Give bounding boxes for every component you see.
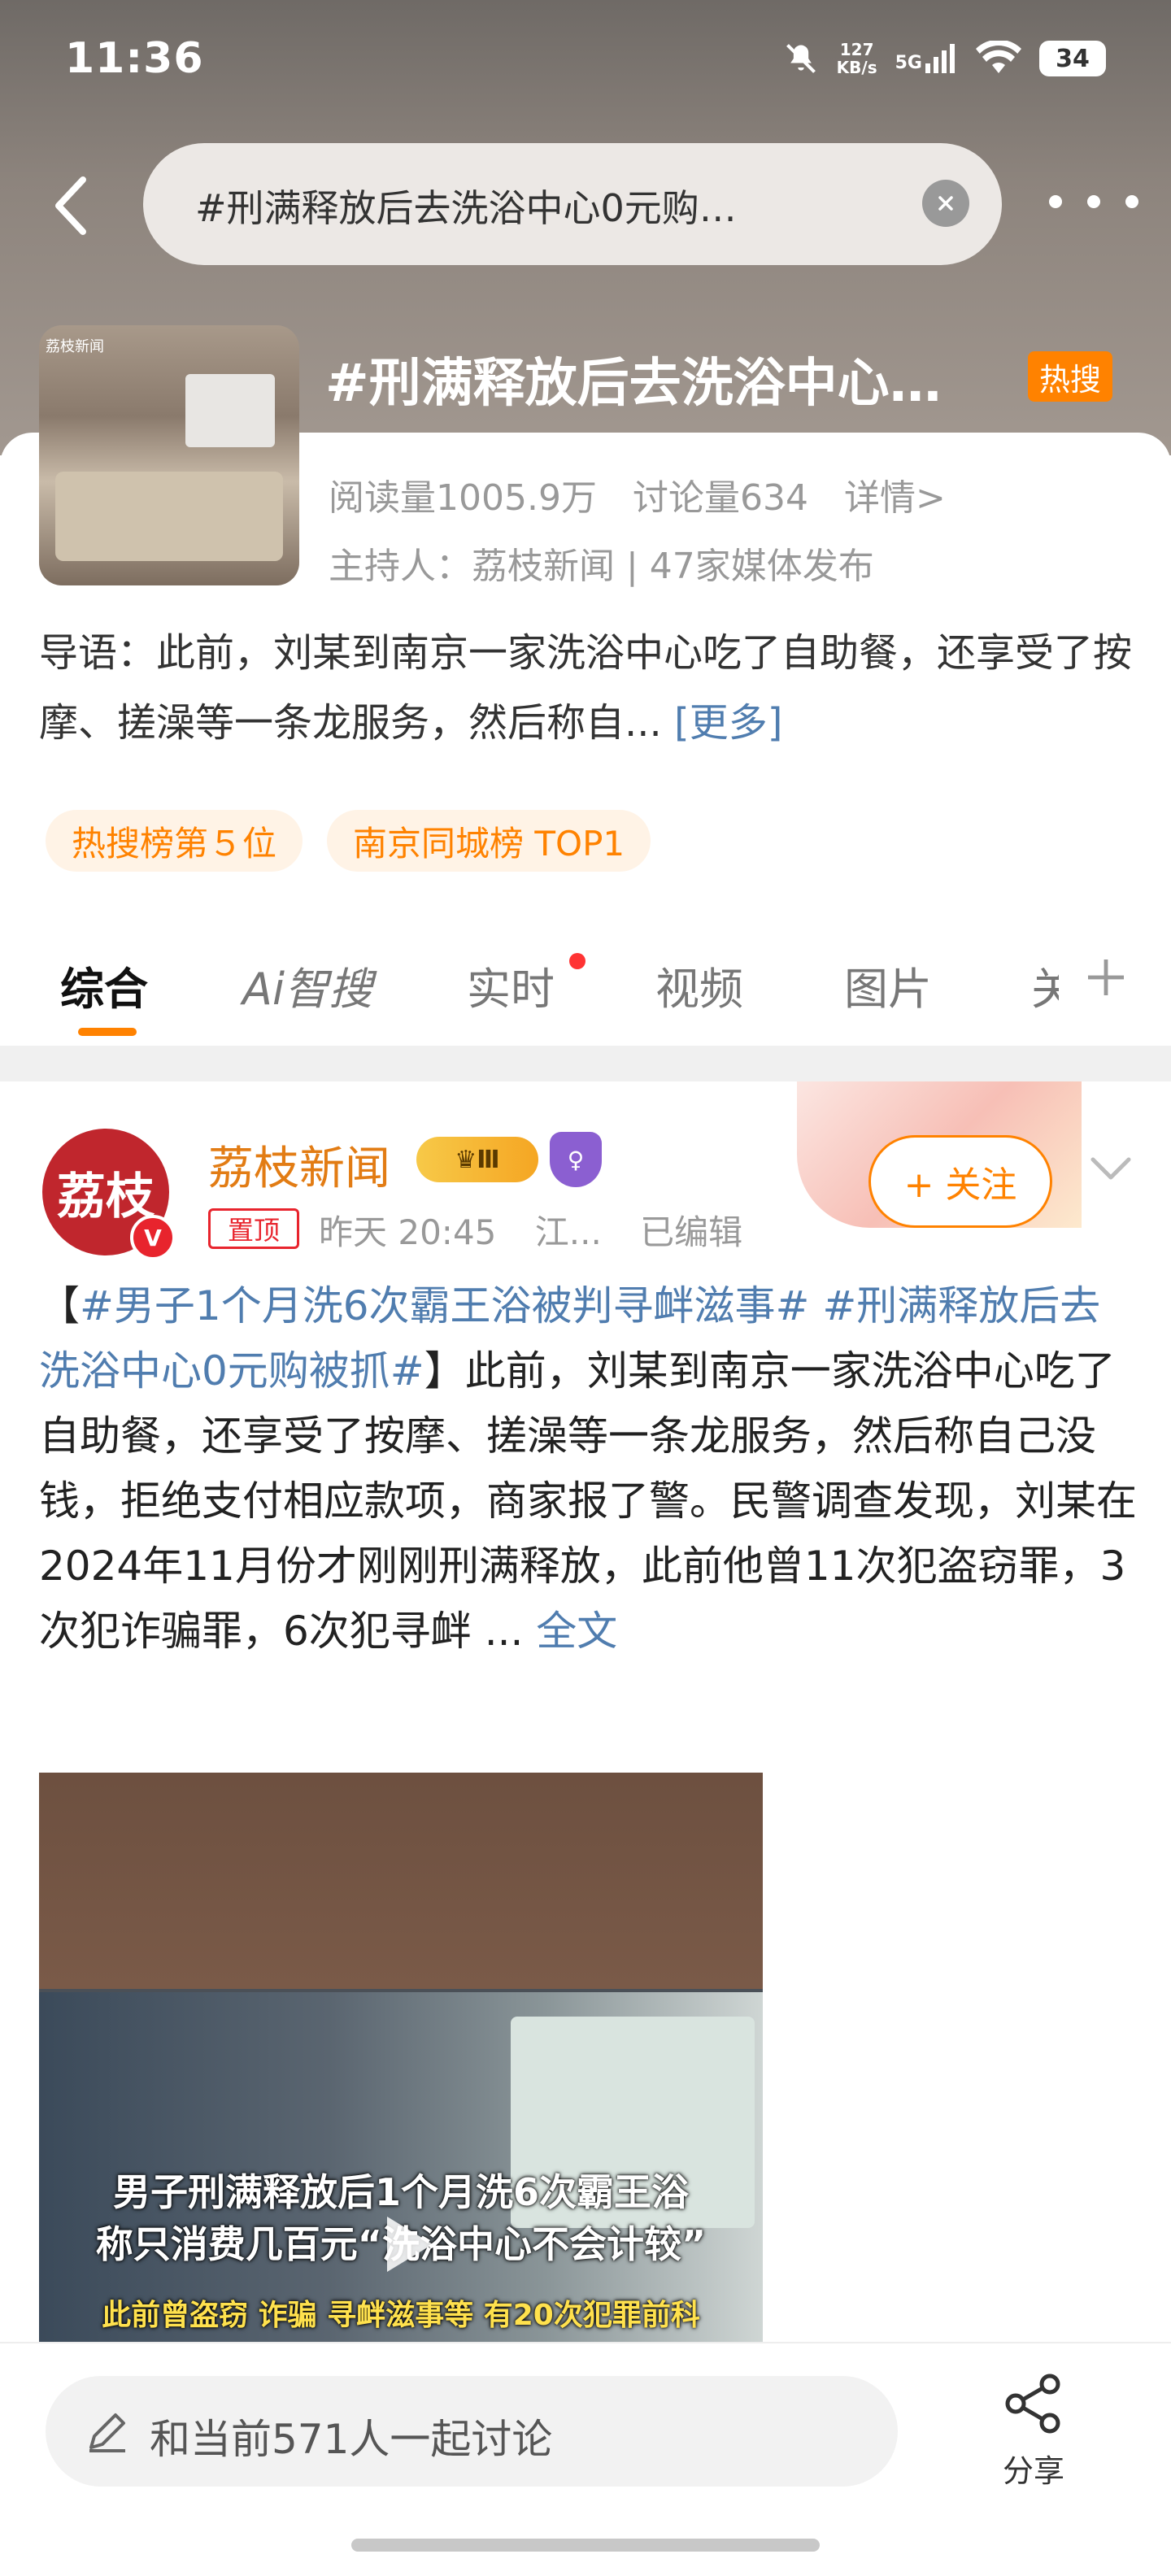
net-speed-value: 127 (839, 40, 874, 59)
tab-images[interactable]: 图片 (844, 953, 932, 1017)
net-speed: 127 KB/s (837, 41, 877, 76)
pencil-icon (81, 2405, 133, 2457)
post-edited: 已编辑 (640, 1212, 743, 1252)
net-speed-unit: KB/s (836, 58, 877, 77)
topic-host: 主持人：荔枝新闻 | 47家媒体发布 (329, 546, 874, 587)
thumbnail-source-label: 荔枝新闻 (46, 338, 104, 355)
weibo-topic-page: 11:36 127 KB/s 5G 34 #刑满释放后去洗浴中心0元购… 荔枝新… (0, 0, 1171, 2576)
play-icon (387, 2217, 433, 2272)
tag-city-rank[interactable]: 南京同城榜 TOP1 (327, 810, 651, 872)
battery-icon: 34 (1039, 41, 1106, 76)
thumbnail-sofa-shape (55, 472, 283, 561)
crown-icon: ♛ (455, 1145, 477, 1174)
verified-badge: V (130, 1215, 176, 1260)
plus-icon (1088, 959, 1124, 995)
more-options-button[interactable] (1049, 177, 1138, 226)
body-prefix: 【 (39, 1282, 80, 1329)
crown-level-badge: ♛ Ⅲ (416, 1137, 538, 1182)
mute-icon (786, 44, 816, 73)
topic-title: #刑满释放后去洗浴中心… (325, 354, 942, 414)
video-caption-line3: 此前曾盗窃 诈骗 寻衅滋事等 有20次犯罪前科 (102, 2299, 700, 2332)
tab-ai-search[interactable]: Ai智搜 (242, 953, 372, 1017)
crown-level: Ⅲ (477, 1145, 500, 1174)
post-time: 昨天 20:45 (319, 1212, 497, 1252)
intro-text: 导语：此前，刘某到南京一家洗浴中心吃了自助餐，还享受了按摩、搓澡等一条龙服务，然… (39, 630, 1133, 746)
video-player[interactable]: 男子刑满释放后1个月洗6次霸王浴 称只消费几百元“洗浴中心不会计较” 此前曾盗窃… (39, 1773, 763, 2342)
share-label: 分享 (1002, 2453, 1064, 2489)
post-menu-button[interactable] (1086, 1143, 1135, 1192)
post-meta: 昨天 20:45 江... 已编辑 (319, 1205, 770, 1255)
play-button[interactable] (364, 2204, 446, 2285)
dot-icon (1087, 195, 1100, 208)
tab-bar: 综合 Ai智搜 实时 视频 图片 关 (0, 935, 1171, 1041)
full-text-link[interactable]: 全文 (536, 1608, 617, 1655)
details-link[interactable]: 详情> (844, 477, 946, 519)
add-tab-button[interactable] (1083, 953, 1129, 1013)
post-card: 荔枝 V 荔枝新闻 ♛ Ⅲ ♀ 置顶 昨天 20:45 江... 已编辑 + 关… (0, 1081, 1171, 2342)
wifi-icon (976, 41, 1021, 73)
chevron-left-icon (55, 176, 86, 235)
hot-badge: 热搜 (1028, 351, 1112, 402)
dot-icon (1125, 195, 1138, 208)
home-indicator[interactable] (351, 2539, 820, 2552)
read-count: 阅读量1005.9万 (329, 477, 597, 519)
dot-icon (1049, 195, 1062, 208)
clear-search-button[interactable] (922, 180, 969, 227)
shield-badge: ♀ (550, 1132, 602, 1187)
active-tab-indicator (78, 1028, 137, 1036)
discuss-count: 讨论量634 (632, 477, 808, 519)
chevron-down-icon (1090, 1157, 1131, 1180)
bottom-bar: 和当前571人一起讨论 分享 (0, 2342, 1171, 2576)
status-time: 11:36 (65, 34, 204, 83)
topic-thumbnail[interactable]: 荔枝新闻 (39, 325, 299, 585)
share-icon (1005, 2374, 1060, 2434)
section-divider (0, 1046, 1171, 1081)
realtime-dot-badge (569, 953, 586, 969)
share-button[interactable]: 分享 (973, 2371, 1095, 2493)
signal-label: 5G (895, 53, 922, 73)
search-box[interactable]: #刑满释放后去洗浴中心0元购… (143, 143, 1002, 265)
author-name[interactable]: 荔枝新闻 (208, 1132, 390, 1198)
pinned-badge: 置顶 (208, 1208, 299, 1249)
topic-stats: 阅读量1005.9万 讨论量634 详情> (329, 468, 970, 520)
comment-placeholder: 和当前571人一起讨论 (150, 2416, 553, 2463)
close-icon (938, 196, 953, 211)
tab-comprehensive[interactable]: 综合 (60, 953, 148, 1017)
follow-button[interactable]: + 关注 (868, 1135, 1052, 1228)
comment-input[interactable]: 和当前571人一起讨论 (46, 2376, 898, 2487)
back-button[interactable] (42, 169, 99, 242)
tab-partial[interactable]: 关 (1031, 953, 1059, 1017)
status-icons: 127 KB/s 5G 34 (783, 41, 1106, 76)
tag-hot-rank[interactable]: 热搜榜第５位 (46, 810, 303, 872)
post-body: 【#男子1个月洗6次霸王浴被判寻衅滋事# #刑满释放后去洗浴中心0元购被抓#】此… (39, 1273, 1137, 1664)
topic-intro: 导语：此前，刘某到南京一家洗浴中心吃了自助餐，还享受了按摩、搓澡等一条龙服务，然… (39, 618, 1137, 758)
hashtag-link[interactable]: #男子1个月洗6次霸王浴被判寻衅滋事# (80, 1282, 809, 1329)
search-query[interactable]: #刑满释放后去洗浴中心0元购… (195, 179, 846, 233)
post-location: 江... (534, 1212, 602, 1252)
thumbnail-screen-shape (185, 374, 275, 447)
tab-realtime[interactable]: 实时 (467, 953, 555, 1017)
status-bar: 11:36 127 KB/s 5G 34 (0, 0, 1171, 130)
topic-tags: 热搜榜第５位 南京同城榜 TOP1 (46, 810, 651, 872)
tab-video[interactable]: 视频 (655, 953, 743, 1017)
signal-icon: 5G (895, 44, 958, 73)
intro-more-link[interactable]: [更多] (674, 700, 782, 746)
